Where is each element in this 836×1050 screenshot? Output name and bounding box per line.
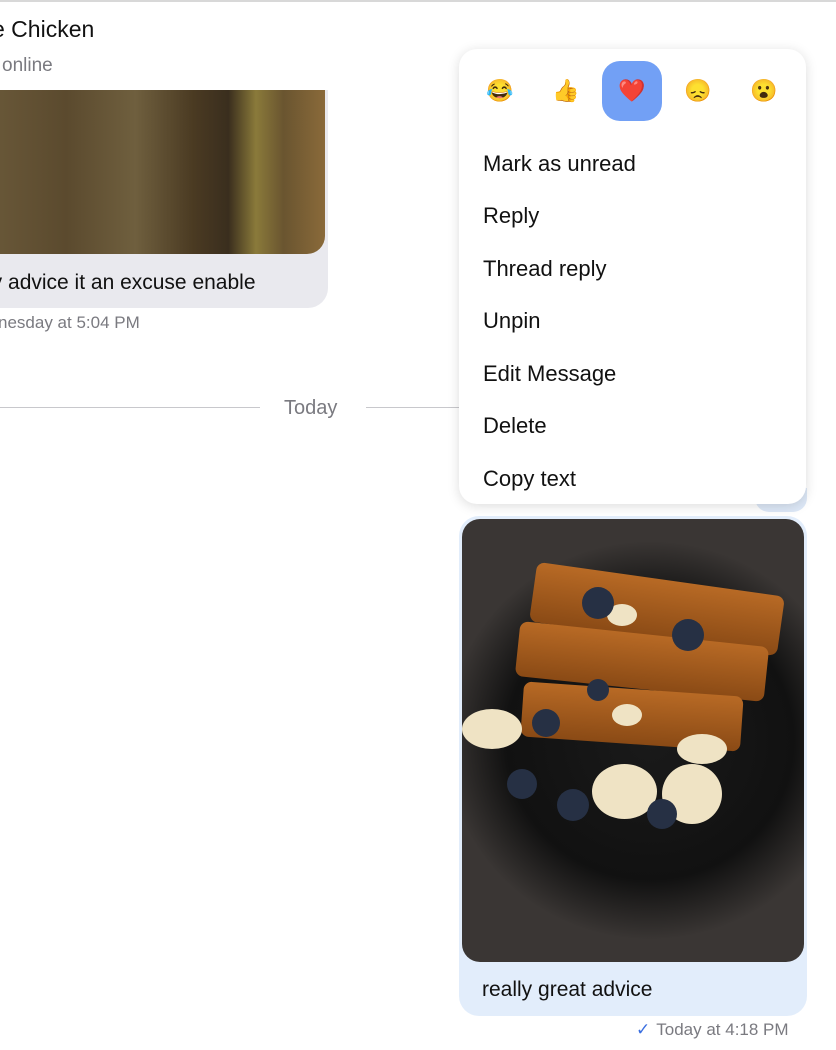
chat-title: e Chicken — [0, 16, 95, 42]
incoming-image[interactable] — [0, 90, 325, 254]
online-status: online — [2, 55, 53, 76]
reaction-surprised-icon[interactable]: 😮 — [734, 61, 794, 121]
divider-line-right — [366, 407, 461, 408]
menu-item-unpin[interactable]: Unpin — [483, 308, 540, 334]
reaction-tears-of-joy-icon[interactable]: 😂 — [470, 61, 530, 121]
reaction-heart-icon[interactable]: ❤️ — [602, 61, 662, 121]
incoming-message[interactable]: ay advice it an excuse enable — [0, 90, 328, 308]
menu-item-edit-message[interactable]: Edit Message — [483, 361, 616, 387]
incoming-message-text: ay advice it an excuse enable — [0, 271, 256, 294]
reaction-thumbs-up-icon[interactable]: 👍 — [536, 61, 596, 121]
menu-item-mark-unread[interactable]: Mark as unread — [483, 151, 636, 177]
menu-item-thread-reply[interactable]: Thread reply — [483, 256, 607, 282]
outgoing-message-text: really great advice — [482, 978, 653, 1001]
message-context-menu: 😂 👍 ❤️ 😞 😮 Mark as unread Reply Thread r… — [459, 49, 806, 504]
delivered-check-icon: ✓ — [636, 1020, 651, 1039]
outgoing-time-text: Today at 4:18 PM — [656, 1020, 789, 1039]
incoming-timestamp: nesday at 5:04 PM — [0, 313, 140, 332]
outgoing-timestamp: ✓ Today at 4:18 PM — [636, 1020, 789, 1040]
reaction-bar: 😂 👍 ❤️ 😞 😮 — [459, 61, 806, 121]
divider-line-left — [0, 407, 260, 408]
date-divider-label: Today — [284, 397, 338, 419]
top-border — [0, 0, 836, 2]
outgoing-message[interactable]: really great advice — [459, 516, 807, 1016]
outgoing-image-french-toast[interactable] — [462, 519, 804, 962]
menu-item-reply[interactable]: Reply — [483, 203, 539, 229]
menu-item-copy-text[interactable]: Copy text — [483, 466, 576, 492]
menu-item-delete[interactable]: Delete — [483, 413, 547, 439]
reaction-disappointed-icon[interactable]: 😞 — [668, 61, 728, 121]
